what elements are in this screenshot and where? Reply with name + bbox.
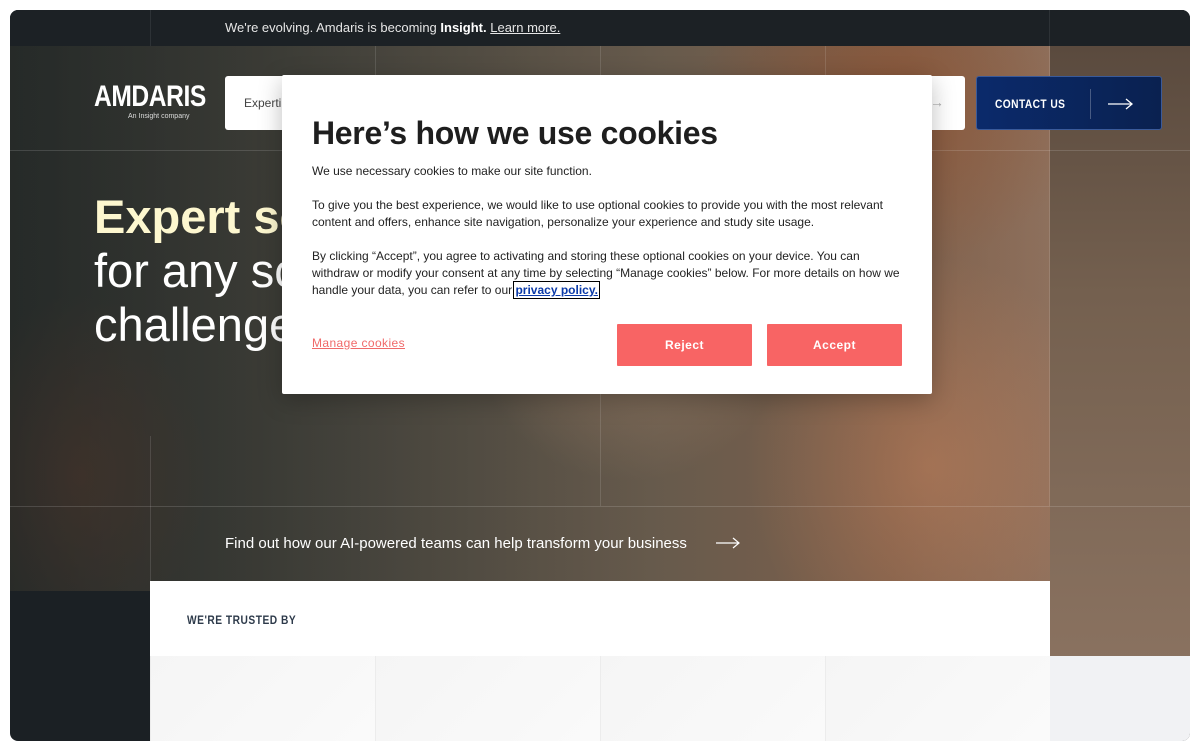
announcement-text: We're evolving. Amdaris is becoming Insi…	[225, 20, 560, 35]
hero-side-image	[1050, 46, 1190, 666]
client-logo-cell	[825, 656, 1050, 741]
logo-wordmark: AMDARIS	[94, 80, 206, 113]
arrow-right-icon[interactable]	[715, 536, 741, 550]
announcement-brand: Insight.	[440, 20, 487, 35]
trusted-by-section: WE'RE TRUSTED BY	[150, 581, 1050, 741]
arrow-right-icon: →	[930, 94, 944, 110]
logo[interactable]: AMDARIS An Insight company	[94, 80, 231, 121]
client-logo-cell	[150, 656, 375, 741]
headline-line-2: for any sc	[94, 244, 298, 297]
privacy-policy-link[interactable]: privacy policy.	[513, 281, 600, 299]
cookie-consent-modal: Here’s how we use cookies We use necessa…	[282, 75, 932, 394]
hero-headline: Expert se for any sc challenge	[94, 190, 306, 352]
logo-subtext: An Insight company	[128, 113, 190, 120]
headline-line-1: Expert se	[94, 190, 306, 243]
client-logo-cell	[600, 656, 825, 741]
side-block	[1050, 656, 1190, 741]
learn-more-link[interactable]: Learn more.	[490, 20, 560, 35]
cookie-paragraph-text: By clicking “Accept”, you agree to activ…	[312, 249, 900, 297]
arrow-right-icon	[1108, 98, 1134, 110]
announcement-bar: We're evolving. Amdaris is becoming Insi…	[10, 10, 1190, 46]
client-logo-cell	[375, 656, 600, 741]
hero-cta-link[interactable]: Find out how our AI-powered teams can he…	[225, 535, 687, 552]
headline-line-3: challenge	[94, 298, 296, 351]
cookie-modal-title: Here’s how we use cookies	[312, 115, 718, 151]
trusted-by-label: WE'RE TRUSTED BY	[187, 613, 297, 627]
grid-line	[10, 506, 1190, 507]
announcement-prefix: We're evolving. Amdaris is becoming	[225, 20, 441, 35]
grid-line	[150, 436, 151, 581]
accept-button[interactable]: Accept	[767, 324, 902, 366]
contact-us-button[interactable]: CONTACT US	[976, 76, 1162, 130]
nav-item-expertise[interactable]: Experti	[244, 96, 281, 110]
reject-button[interactable]: Reject	[617, 324, 752, 366]
divider	[150, 10, 151, 46]
manage-cookies-link[interactable]: Manage cookies	[312, 336, 405, 350]
cookie-paragraph: To give you the best experience, we woul…	[312, 198, 883, 229]
divider	[1090, 89, 1091, 119]
cookie-paragraph: By clicking “Accept”, you agree to activ…	[312, 248, 907, 299]
contact-us-label: CONTACT US	[995, 97, 1066, 111]
cookie-paragraph: We use necessary cookies to make our sit…	[312, 164, 592, 178]
divider	[1049, 10, 1050, 46]
